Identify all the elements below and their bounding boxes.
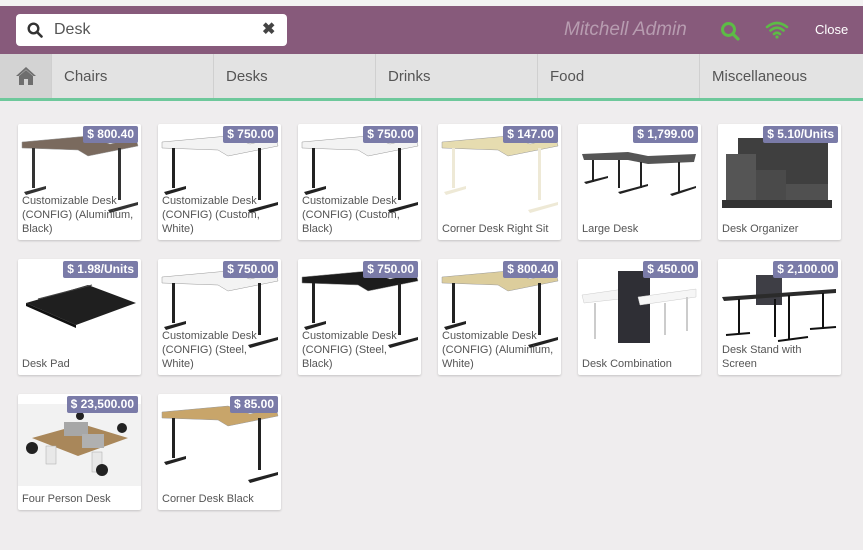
search-icon [27, 22, 43, 38]
product-name: Desk Organizer [722, 223, 799, 235]
home-icon [15, 67, 36, 85]
search-icon[interactable] [720, 21, 740, 41]
product-name: Four Person Desk [22, 493, 111, 505]
product-card[interactable]: $ 450.00 Desk Combination [578, 259, 701, 375]
product-name: Customizable Desk (CONFIG) (Custom, Whit… [162, 195, 260, 235]
product-card[interactable]: $ 750.00 Customizable Desk (CONFIG) (Cust… [298, 124, 421, 240]
product-name: Customizable Desk (CONFIG) (Aluminium, B… [22, 195, 134, 235]
product-card[interactable]: $ 750.00 Customizable Desk (CONFIG) (Stee… [298, 259, 421, 375]
category-desks[interactable]: Desks [214, 54, 376, 98]
price-badge: $ 750.00 [223, 126, 278, 143]
price-badge: $ 1.98/Units [63, 261, 138, 278]
product-name: Corner Desk Right Sit [442, 223, 549, 235]
price-badge: $ 5.10/Units [763, 126, 838, 143]
product-name: Corner Desk Black [162, 493, 254, 505]
product-card[interactable]: $ 1.98/Units Desk Pad [18, 259, 141, 375]
clear-search-icon[interactable]: ✖ [262, 21, 275, 39]
search-input[interactable] [54, 18, 254, 42]
product-card[interactable]: $ 800.40 Customizable Desk (CONFIG) (Alum… [438, 259, 561, 375]
product-name: Desk Stand with Screen [722, 344, 802, 370]
category-chairs[interactable]: Chairs [52, 54, 214, 98]
price-badge: $ 750.00 [223, 261, 278, 278]
price-badge: $ 800.40 [503, 261, 558, 278]
price-badge: $ 750.00 [363, 126, 418, 143]
product-card[interactable]: $ 2,100.00 Desk Stand with Screen [718, 259, 841, 375]
category-miscellaneous[interactable]: Miscellaneous [700, 54, 863, 98]
product-name: Customizable Desk (CONFIG) (Aluminium, W… [442, 330, 554, 370]
product-card[interactable]: $ 147.00 Corner Desk Right Sit [438, 124, 561, 240]
product-name: Large Desk [582, 223, 639, 235]
product-card[interactable]: $ 750.00 Customizable Desk (CONFIG) (Cust… [158, 124, 281, 240]
product-card[interactable]: $ 23,500.00 Four Person Desk [18, 394, 141, 510]
product-card[interactable]: $ 750.00 Customizable Desk (CONFIG) (Stee… [158, 259, 281, 375]
product-name: Customizable Desk (CONFIG) (Custom, Blac… [302, 195, 400, 235]
category-drinks[interactable]: Drinks [376, 54, 538, 98]
product-card[interactable]: $ 1,799.00 Large Desk [578, 124, 701, 240]
product-name: Customizable Desk (CONFIG) (Steel, White… [162, 330, 257, 370]
price-badge: $ 450.00 [643, 261, 698, 278]
category-bar: Chairs Desks Drinks Food Miscellaneous [0, 54, 863, 101]
home-button[interactable] [0, 54, 52, 98]
wifi-icon [765, 21, 789, 39]
price-badge: $ 1,799.00 [633, 126, 698, 143]
search-box[interactable]: ✖ [16, 14, 287, 46]
header-bar: ✖ Mitchell Admin Close [0, 6, 863, 54]
price-badge: $ 147.00 [503, 126, 558, 143]
product-name: Desk Combination [582, 358, 672, 370]
price-badge: $ 23,500.00 [66, 396, 138, 413]
price-badge: $ 2,100.00 [773, 261, 838, 278]
product-name: Desk Pad [22, 358, 70, 370]
price-badge: $ 750.00 [363, 261, 418, 278]
product-card[interactable]: $ 85.00 Corner Desk Black [158, 394, 281, 510]
category-food[interactable]: Food [538, 54, 700, 98]
price-badge: $ 85.00 [229, 396, 278, 413]
user-name: Mitchell Admin [564, 19, 687, 40]
close-button[interactable]: Close [815, 22, 848, 37]
product-card[interactable]: $ 5.10/Units Desk Organizer [718, 124, 841, 240]
product-card[interactable]: $ 800.40 Customizable Desk (CONFIG) (Alum… [18, 124, 141, 240]
product-name: Customizable Desk (CONFIG) (Steel, Black… [302, 330, 397, 370]
price-badge: $ 800.40 [83, 126, 138, 143]
